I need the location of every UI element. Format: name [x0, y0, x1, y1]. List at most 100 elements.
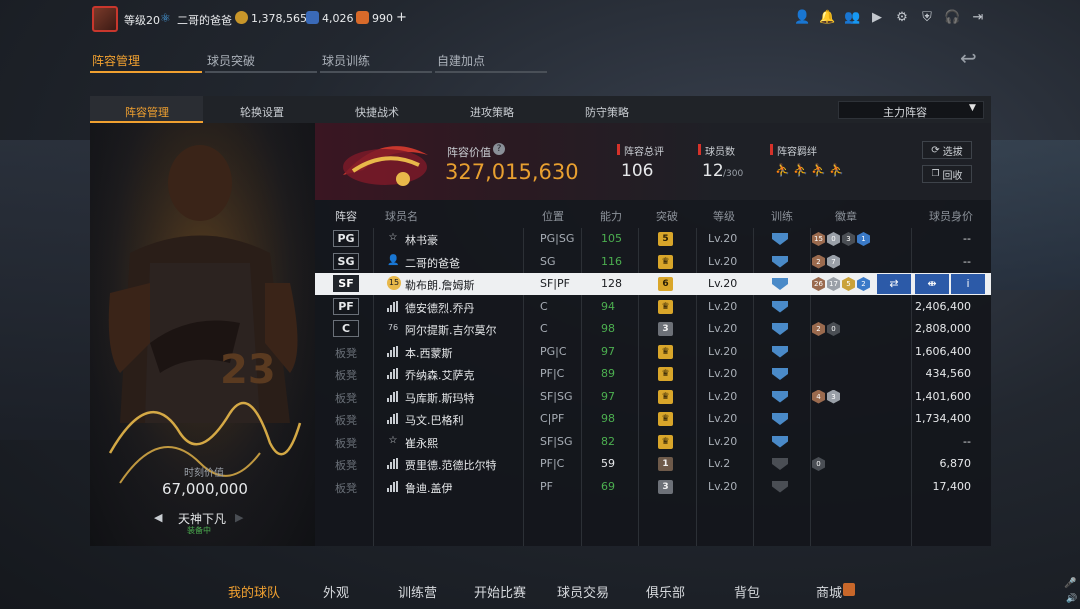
signal-bars-icon [387, 390, 398, 402]
recycle-button[interactable]: ❐ 回收 [922, 165, 972, 183]
player-level: Lv.20 [708, 344, 738, 358]
training-crest-icon [772, 255, 788, 268]
bench-label: 板凳 [335, 391, 357, 405]
nav-store[interactable]: 商城 [816, 582, 842, 601]
subtab-offense[interactable]: 进攻策略 [470, 104, 514, 120]
player-ability: 98 [601, 322, 615, 335]
refresh-icon: ⟳ [931, 144, 940, 156]
badge-icon: 3 [827, 389, 840, 404]
position-slot[interactable]: C [333, 320, 359, 337]
subtab-defense[interactable]: 防守策略 [585, 104, 629, 120]
tab-underline [205, 71, 317, 73]
table-row[interactable]: PF 德安德烈.乔丹 C 94 Lv.20 ♛ 2,406,400 [315, 296, 991, 318]
exit-icon[interactable]: ⇥ [970, 10, 986, 26]
coin-balance: 1,378,565 [251, 12, 307, 25]
red-marker [770, 144, 773, 155]
table-row[interactable]: 板凳 贾里德.范德比尔特 PF|C 59 Lv.2 1 0 6,870 [315, 453, 991, 475]
swap-player-button[interactable]: ⇄ [877, 274, 911, 294]
badge-icon: 1 [857, 232, 870, 246]
speaker-icon[interactable]: 🔊 [1066, 594, 1077, 604]
nav-my-team[interactable]: 我的球队 [228, 582, 280, 601]
train-player-button[interactable]: ⇼ [915, 274, 949, 294]
player-position: PG|SG [540, 232, 575, 245]
breakthrough-badge: 1 [658, 457, 673, 471]
arena-banner [990, 140, 1080, 290]
star-icon: ☆ [388, 232, 398, 243]
table-row[interactable]: SF 15 勒布朗.詹姆斯 SF|PF 128 Lv.20 6 26 17 5 2 ⇄ ⇼ i [315, 273, 991, 295]
nav-club[interactable]: 俱乐部 [646, 582, 685, 601]
settings-gear-icon[interactable]: ⚙ [894, 10, 910, 26]
table-row[interactable]: C 76 阿尔提斯.吉尔莫尔 C 98 Lv.20 3 2 0 2,808,000 [315, 318, 991, 340]
training-crest-icon [772, 390, 788, 403]
table-row[interactable]: PG ☆ 林书豪 PG|SG 105 Lv.20 5 15 0 3 1 -- [315, 228, 991, 250]
top-bar: 等级20 ⚛ 二哥的爸爸 1,378,565 4,026 990 + 👤 🔔 👥… [0, 0, 1080, 38]
player-name: 勒布朗.詹姆斯 [405, 279, 475, 292]
help-icon[interactable]: ? [493, 143, 505, 155]
table-row[interactable]: 板凳 鲁迪.盖伊 PF 69 Lv.20 3 17,400 [315, 476, 991, 498]
tab-active-underline [90, 71, 202, 73]
headset-icon[interactable]: 🎧 [944, 10, 960, 26]
card-prev-arrow[interactable]: ◀ [154, 511, 162, 524]
player-name: 本.西蒙斯 [405, 346, 453, 360]
team-value: 327,015,630 [445, 160, 579, 184]
notification-bell-icon[interactable]: 🔔 [819, 10, 835, 26]
shield-icon[interactable]: ⛨ [919, 10, 935, 26]
select-button[interactable]: ⟳ 选拔 [922, 141, 972, 159]
badge-icon: 2 [812, 254, 825, 269]
video-icon[interactable]: ▶ [869, 10, 885, 26]
training-crest-icon [772, 278, 788, 290]
table-row[interactable]: 板凳 乔纳森.艾萨克 PF|C 89 Lv.20 ♛ 434,560 [315, 363, 991, 385]
position-slot[interactable]: SG [333, 252, 359, 270]
player-level: Lv.20 [708, 479, 738, 493]
player-value: -- [963, 232, 971, 245]
table-row[interactable]: 板凳 ☆ 崔永熙 SF|SG 82 Lv.20 ♛ -- [315, 431, 991, 453]
player-count: 12 [702, 161, 724, 181]
friends-icon[interactable]: 👥 [844, 10, 860, 26]
col-level: 等级 [713, 210, 735, 223]
breakthrough-badge: 5 [658, 232, 673, 246]
subtab-rotation[interactable]: 轮换设置 [240, 104, 284, 120]
nav-start-match[interactable]: 开始比赛 [474, 582, 526, 601]
bench-label: 板凳 [335, 481, 357, 495]
table-row[interactable]: 板凳 马库斯.斯玛特 SF|SG 97 Lv.20 ♛ 4 3 1,401,600 [315, 386, 991, 408]
tab-underline [435, 71, 547, 73]
nav-backpack[interactable]: 背包 [734, 582, 760, 601]
player-position: C|PF [540, 412, 565, 425]
player-position: C [540, 299, 548, 313]
back-arrow-icon[interactable]: ↩ [960, 46, 990, 70]
player-ability: 98 [601, 412, 615, 425]
player-name: 崔永熙 [405, 436, 438, 450]
player-position: PF [540, 479, 553, 493]
subtab-lineup[interactable]: 阵容管理 [125, 104, 169, 120]
avatar[interactable] [92, 6, 118, 32]
nav-appearance[interactable]: 外观 [323, 582, 349, 601]
player-info-button[interactable]: i [951, 274, 985, 294]
subtab-quick-tactics[interactable]: 快捷战术 [355, 104, 399, 120]
player-position: PF|C [540, 457, 565, 470]
position-slot[interactable]: PF [333, 297, 359, 315]
position-slot[interactable]: PG [333, 230, 359, 247]
store-badge-icon [843, 583, 855, 596]
nav-training-camp[interactable]: 训练营 [398, 582, 437, 601]
card-next-arrow[interactable]: ▶ [235, 511, 243, 524]
add-currency-button[interactable]: + [396, 10, 407, 25]
col-position: 位置 [542, 210, 564, 223]
table-row[interactable]: 板凳 马文.巴格利 C|PF 98 Lv.20 ♛ 1,734,400 [315, 408, 991, 430]
microphone-icon[interactable]: 🎤 [1064, 578, 1076, 589]
signal-bars-icon [387, 413, 398, 424]
player-name: 鲁迪.盖伊 [405, 481, 453, 495]
team-rating: 106 [621, 161, 654, 181]
table-row[interactable]: 板凳 本.西蒙斯 PG|C 97 Lv.20 ♛ 1,606,400 [315, 341, 991, 363]
table-row[interactable]: SG 👤 二哥的爸爸 SG 116 Lv.20 ♛ 2 7 -- [315, 251, 991, 273]
lineup-select[interactable]: 主力阵容 ▼ [838, 101, 984, 119]
player-ability: 69 [601, 479, 615, 493]
vip-icon: ⚛ [160, 11, 171, 25]
person-icon: 👤 [387, 254, 400, 266]
team-rating-label: 阵容总评 [624, 147, 664, 158]
position-slot[interactable]: SF [333, 275, 359, 292]
nav-player-trade[interactable]: 球员交易 [557, 582, 609, 601]
profile-icon[interactable]: 👤 [794, 10, 810, 26]
player-level: Lv.20 [708, 254, 738, 268]
breakthrough-badge: 3 [658, 479, 673, 494]
signal-bars-icon [387, 345, 398, 357]
